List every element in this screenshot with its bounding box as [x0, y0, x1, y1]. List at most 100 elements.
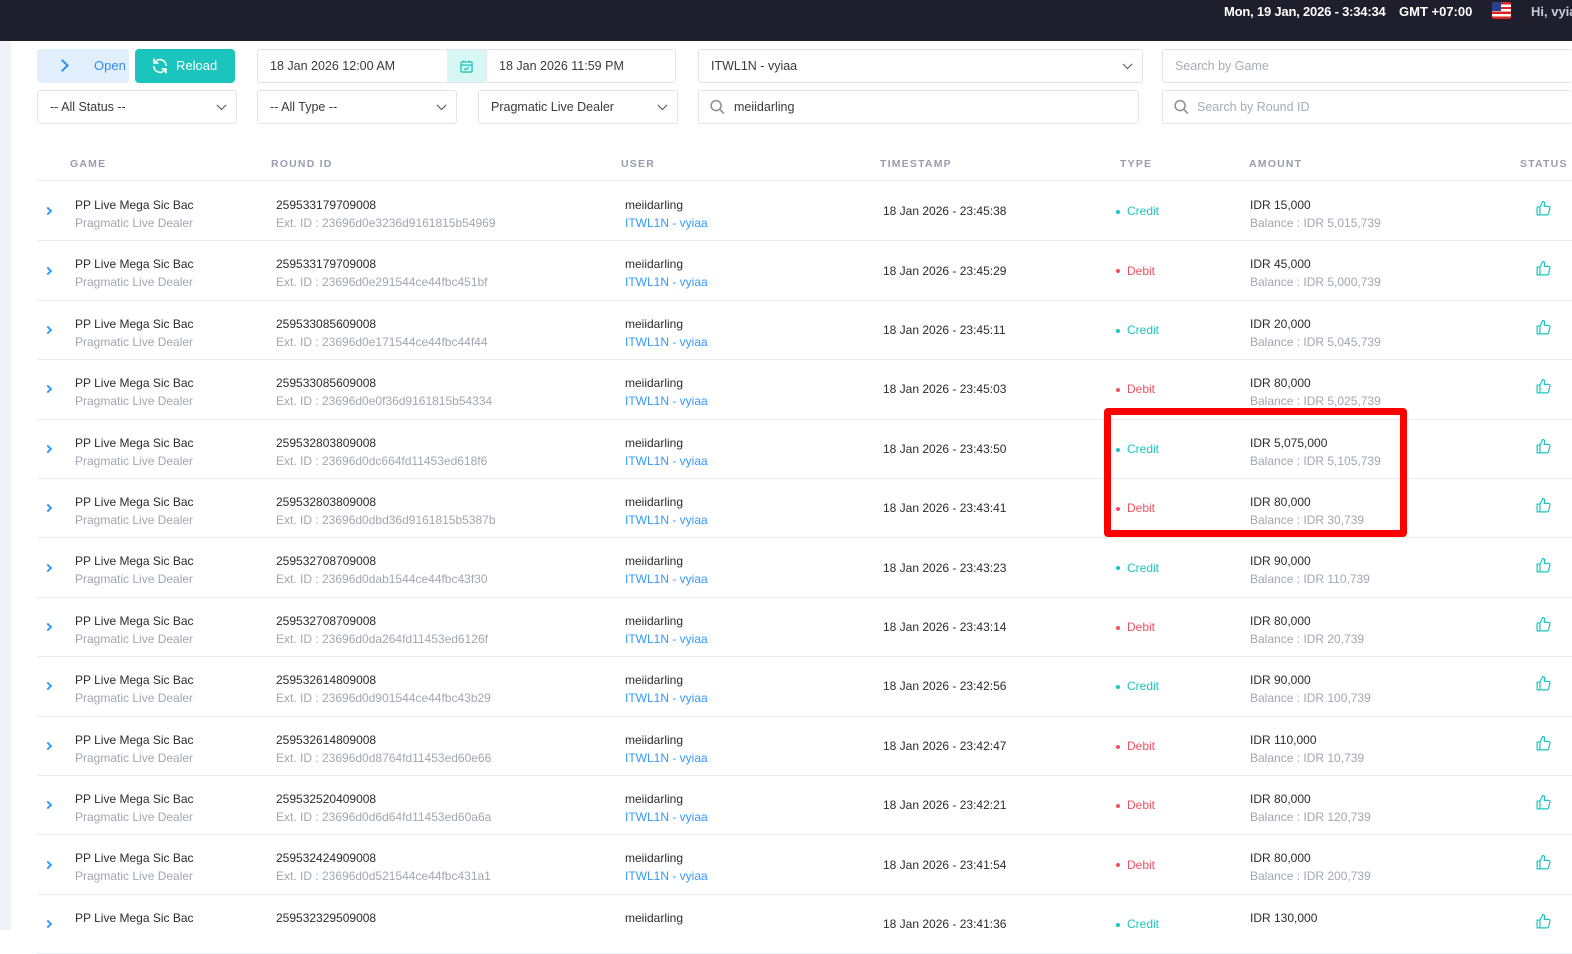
type-label: Debit — [1127, 619, 1156, 634]
header-round-id[interactable]: ROUND ID — [271, 158, 333, 170]
table-row[interactable]: PP Live Mega Sic Bac Pragmatic Live Deale… — [37, 538, 1572, 598]
header-timestamp[interactable]: TIMESTAMP — [880, 158, 952, 170]
table-row[interactable]: PP Live Mega Sic Bac Pragmatic Live Deale… — [37, 598, 1572, 658]
agent-link[interactable]: ITWL1N - vyiaa — [625, 570, 708, 588]
timestamp: 18 Jan 2026 - 23:41:54 — [883, 857, 1007, 872]
agent-link[interactable]: ITWL1N - vyiaa — [625, 392, 708, 410]
type-badge: Debit — [1116, 264, 1155, 278]
agent-link[interactable]: ITWL1N - vyiaa — [625, 689, 708, 707]
status-cell[interactable] — [1535, 319, 1552, 341]
status-cell[interactable] — [1535, 378, 1552, 400]
status-cell[interactable] — [1535, 854, 1552, 876]
expand-row-chevron-icon[interactable] — [43, 325, 53, 335]
table-row[interactable]: PP Live Mega Sic Bac Pragmatic Live Deale… — [37, 657, 1572, 717]
header-type[interactable]: TYPE — [1120, 158, 1152, 170]
date-from-input[interactable]: 18 Jan 2026 12:00 AM — [257, 49, 448, 83]
ext-id: Ext. ID : 23696d0e171544ce44fbc44f44 — [276, 334, 488, 349]
type-label: Debit — [1127, 798, 1156, 813]
reload-button[interactable]: Reload — [135, 49, 235, 83]
status-cell[interactable] — [1535, 200, 1552, 222]
balance: Balance : IDR 10,739 — [1250, 750, 1365, 765]
ext-id: Ext. ID : 23696d0e3236d9161815b54969 — [276, 216, 496, 230]
current-datetime: Mon, 19 Jan, 2026 - 3:34:34 — [1224, 4, 1386, 19]
thumbs-up-icon — [1536, 379, 1551, 394]
us-flag-icon[interactable] — [1492, 2, 1511, 19]
table-row[interactable]: PP Live Mega Sic Bac Pragmatic Live Deale… — [37, 776, 1572, 836]
header-user[interactable]: USER — [621, 158, 655, 170]
header-amount[interactable]: AMOUNT — [1249, 158, 1302, 170]
agent-link[interactable]: ITWL1N - vyiaa — [625, 214, 708, 232]
expand-row-chevron-icon[interactable] — [43, 919, 53, 929]
ext-id: Ext. ID : 23696d0d8764fd11453ed60e66 — [276, 750, 492, 765]
expand-row-chevron-icon[interactable] — [43, 206, 53, 216]
status-cell[interactable] — [1535, 794, 1552, 816]
game-name: PP Live Mega Sic Bac — [75, 316, 194, 331]
agent-select[interactable]: ITWL1N - vyiaa — [698, 49, 1143, 83]
expand-row-chevron-icon[interactable] — [43, 682, 53, 691]
agent-link[interactable]: ITWL1N - vyiaa — [625, 867, 708, 885]
expand-row-chevron-icon[interactable] — [43, 860, 53, 869]
agent-link[interactable]: ITWL1N - vyiaa — [625, 630, 708, 648]
agent-link[interactable]: ITWL1N - vyiaa — [625, 511, 708, 529]
round-id: 259532614809008 — [276, 732, 377, 747]
balance: Balance : IDR 100,739 — [1250, 691, 1371, 706]
status-filter-select[interactable]: -- All Status -- — [37, 90, 237, 124]
amount: IDR 130,000 — [1250, 910, 1318, 925]
status-cell[interactable] — [1535, 675, 1552, 697]
expand-row-chevron-icon[interactable] — [43, 800, 53, 810]
type-dot — [1116, 566, 1120, 571]
agent-link[interactable]: ITWL1N - vyiaa — [625, 333, 708, 351]
agent-link[interactable]: ITWL1N - vyiaa — [625, 749, 708, 767]
open-button[interactable]: Open — [37, 49, 129, 83]
agent-link[interactable]: ITWL1N - vyiaa — [625, 808, 708, 826]
header-status[interactable]: STATUS — [1520, 158, 1568, 170]
agent-link[interactable]: ITWL1N - vyiaa — [625, 273, 708, 291]
timestamp: 18 Jan 2026 - 23:45:29 — [883, 263, 1007, 278]
round-id: 259532329509008 — [276, 910, 377, 925]
ext-id: Ext. ID : 23696d0da264fd11453ed6126f — [276, 631, 488, 646]
game-provider: Pragmatic Live Dealer — [75, 691, 194, 706]
type-filter-select[interactable]: -- All Type -- — [257, 90, 457, 124]
type-dot — [1116, 685, 1120, 690]
expand-row-chevron-icon[interactable] — [43, 741, 53, 751]
header-game[interactable]: GAME — [70, 158, 106, 170]
thumbs-up-icon — [1536, 557, 1551, 573]
timestamp: 18 Jan 2026 - 23:43:14 — [883, 619, 1007, 634]
status-cell[interactable] — [1535, 735, 1552, 757]
user-name: meiidarling — [625, 257, 684, 272]
expand-row-chevron-icon[interactable] — [43, 563, 53, 572]
type-badge: Credit — [1116, 679, 1159, 693]
table-row[interactable]: PP Live Mega Sic Bac Pragmatic Live Deale… — [37, 835, 1572, 895]
user-search-input[interactable]: meiidarling — [698, 90, 1139, 124]
expand-row-chevron-icon[interactable] — [43, 266, 53, 275]
date-to-input[interactable]: 18 Jan 2026 11:59 PM — [486, 49, 676, 83]
status-cell[interactable] — [1535, 497, 1552, 519]
table-row[interactable]: PP Live Mega Sic Bac Pragmatic Live Deale… — [37, 301, 1572, 361]
search-game-input[interactable]: Search by Game — [1162, 49, 1572, 83]
status-cell[interactable] — [1535, 616, 1552, 638]
table-row[interactable]: PP Live Mega Sic Bac 259532329509008 meiid… — [37, 895, 1572, 954]
expand-row-chevron-icon[interactable] — [43, 444, 53, 454]
status-cell[interactable] — [1535, 438, 1552, 460]
table-row[interactable]: PP Live Mega Sic Bac Pragmatic Live Deale… — [37, 241, 1572, 301]
amount: IDR 110,000 — [1250, 732, 1317, 747]
timestamp: 18 Jan 2026 - 23:43:41 — [883, 501, 1007, 516]
round-search-input[interactable]: Search by Round ID — [1162, 90, 1572, 124]
user-greeting[interactable]: Hi, vyia — [1531, 4, 1572, 19]
agent-link[interactable]: ITWL1N - vyiaa — [625, 452, 708, 470]
round-id: 259532708709008 — [276, 613, 377, 628]
table-row[interactable]: PP Live Mega Sic Bac Pragmatic Live Deale… — [37, 182, 1572, 242]
calendar-button[interactable] — [447, 49, 486, 83]
status-filter-value: -- All Status -- — [50, 100, 126, 114]
expand-row-chevron-icon[interactable] — [43, 503, 53, 513]
top-bar: Mon, 19 Jan, 2026 - 3:34:34 GMT +07:00 H… — [0, 0, 1572, 41]
status-cell[interactable] — [1535, 557, 1552, 579]
status-cell[interactable] — [1535, 913, 1552, 935]
provider-filter-select[interactable]: Pragmatic Live Dealer — [478, 90, 678, 124]
table-header: GAME ROUND ID USER TIMESTAMP TYPE AMOUNT… — [37, 148, 1572, 181]
thumbs-up-icon — [1536, 913, 1551, 929]
expand-row-chevron-icon[interactable] — [43, 622, 53, 632]
table-row[interactable]: PP Live Mega Sic Bac Pragmatic Live Deale… — [37, 717, 1572, 776]
expand-row-chevron-icon[interactable] — [43, 385, 53, 394]
status-cell[interactable] — [1535, 260, 1552, 282]
